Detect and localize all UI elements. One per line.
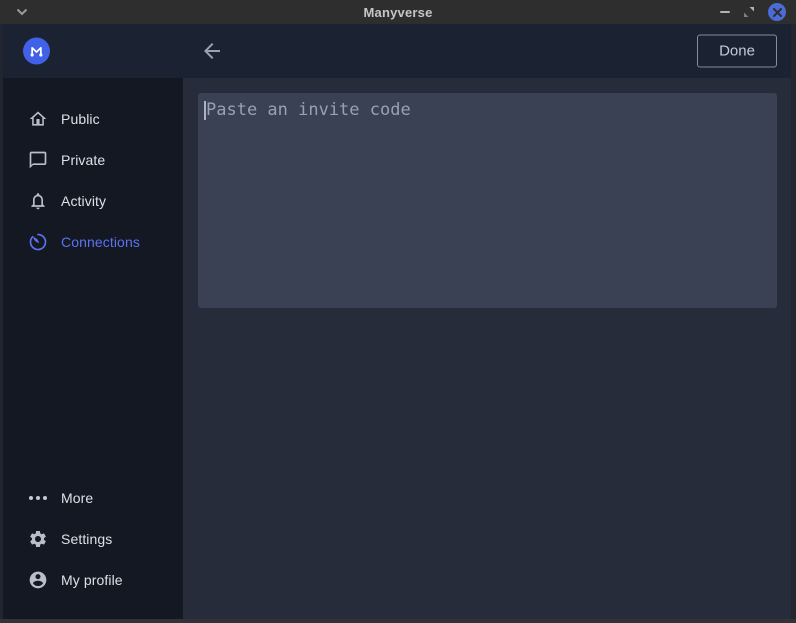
app-body: Public Private Activity <box>0 78 796 623</box>
sidebar-item-label: Settings <box>61 531 112 547</box>
main-content <box>183 78 796 623</box>
window-border-right <box>791 24 796 619</box>
chat-bubble-icon <box>28 150 48 170</box>
sidebar-item-label: Connections <box>61 234 140 250</box>
sidebar-bottom-group: More Settings My profile <box>0 477 183 600</box>
sidebar-item-label: Activity <box>61 193 106 209</box>
window-controls <box>720 0 786 24</box>
window-border-bottom <box>0 619 796 623</box>
text-caret <box>204 101 206 120</box>
sidebar-item-settings[interactable]: Settings <box>0 518 183 559</box>
window-title: Manyverse <box>0 5 796 20</box>
window-border-left <box>0 24 3 619</box>
more-dots-icon <box>28 488 48 508</box>
sidebar-item-my-profile[interactable]: My profile <box>0 559 183 600</box>
restore-icon[interactable] <box>743 6 755 18</box>
sidebar-item-activity[interactable]: Activity <box>0 180 183 221</box>
manyverse-logo-icon <box>23 38 50 65</box>
sidebar-item-label: Public <box>61 111 100 127</box>
invite-textarea-wrap <box>198 93 777 308</box>
manyverse-window: Manyverse Done <box>0 0 796 623</box>
app-header: Done <box>0 24 796 78</box>
sidebar-item-connections[interactable]: Connections <box>0 221 183 262</box>
sidebar-spacer <box>0 262 183 477</box>
sidebar-item-label: More <box>61 490 93 506</box>
invite-code-input[interactable] <box>198 93 777 308</box>
close-icon[interactable] <box>768 3 786 21</box>
connections-icon <box>28 232 48 252</box>
sidebar-item-label: My profile <box>61 572 123 588</box>
sidebar-item-public[interactable]: Public <box>0 98 183 139</box>
bell-icon <box>28 191 48 211</box>
sidebar-item-private[interactable]: Private <box>0 139 183 180</box>
back-button[interactable] <box>199 38 225 64</box>
profile-icon <box>28 570 48 590</box>
sidebar-item-label: Private <box>61 152 105 168</box>
sidebar: Public Private Activity <box>0 78 183 623</box>
minimize-icon[interactable] <box>720 11 730 13</box>
titlebar: Manyverse <box>0 0 796 24</box>
sidebar-item-more[interactable]: More <box>0 477 183 518</box>
home-icon <box>28 109 48 129</box>
gear-icon <box>28 529 48 549</box>
done-button[interactable]: Done <box>697 35 777 68</box>
